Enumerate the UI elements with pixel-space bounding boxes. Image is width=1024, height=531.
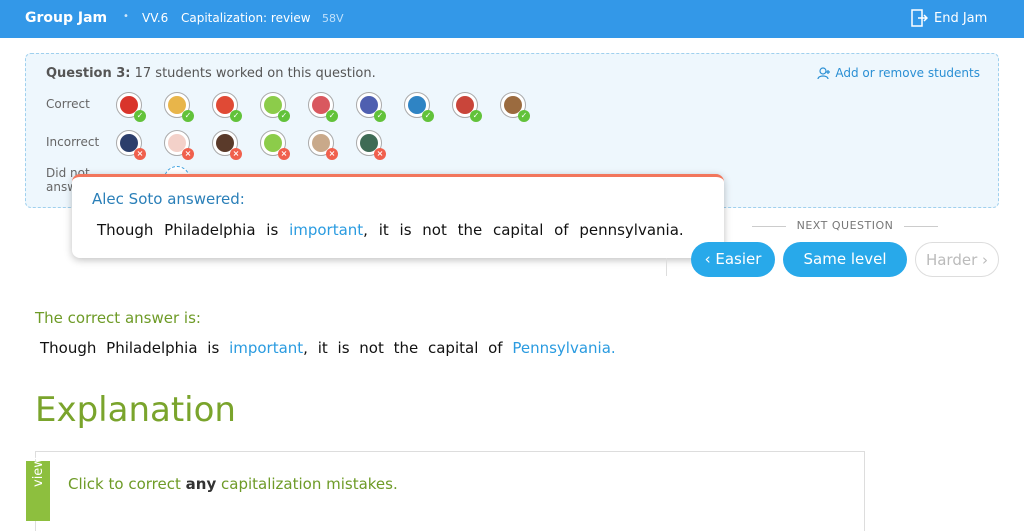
student-avatar-alec-soto[interactable]: × — [116, 130, 146, 160]
student-avatar[interactable]: ✓ — [452, 92, 482, 122]
end-jam-button[interactable]: End Jam — [910, 8, 987, 28]
popup-title: Alec Soto answered: — [92, 190, 245, 208]
question-number: Question 3: — [46, 66, 131, 81]
separator-dot: • — [123, 11, 129, 22]
instruction-end: capitalization mistakes. — [216, 475, 398, 493]
top-bar: Group Jam • VV.6 Capitalization: review … — [0, 0, 1024, 38]
correct-answer-highlight-2: Pennsylvania. — [512, 339, 616, 357]
exit-icon — [911, 9, 928, 27]
same-level-button[interactable]: Same level — [783, 242, 907, 277]
student-avatar[interactable]: ✓ — [260, 92, 290, 122]
harder-label: Harder — [925, 251, 978, 269]
question-title: Question 3: 17 students worked on this q… — [46, 66, 376, 81]
instruction-bold: any — [185, 475, 217, 493]
explanation-instruction: Click to correct any capitalization mist… — [68, 475, 398, 493]
correct-answer: Though Philadelphia is important, it is … — [40, 339, 616, 357]
skill-code: VV.6 — [142, 11, 169, 25]
correct-answer-start: Though Philadelphia is — [40, 339, 230, 357]
incorrect-row-label: Incorrect — [46, 135, 100, 149]
add-user-icon — [817, 66, 831, 79]
answer-popup: Alec Soto answered: Though Philadelphia … — [72, 174, 724, 258]
student-avatar[interactable]: ✓ — [500, 92, 530, 122]
add-remove-students-link[interactable]: Add or remove students — [817, 66, 980, 80]
student-avatar[interactable]: × — [164, 130, 194, 160]
student-answer-end: , it is not the capital of pennsylvania. — [363, 221, 684, 239]
brand-title: Group Jam — [25, 10, 108, 26]
end-jam-label: End Jam — [934, 10, 988, 26]
student-avatar[interactable]: ✓ — [404, 92, 434, 122]
next-question-label: NEXT QUESTION — [752, 219, 938, 232]
explanation-heading: Explanation — [35, 390, 236, 430]
divider — [666, 258, 667, 276]
correct-row-label: Correct — [46, 97, 90, 111]
correct-answer-middle: , it is not the capital of — [303, 339, 513, 357]
review-tab-label: view — [31, 457, 46, 487]
harder-button[interactable]: Harder › — [915, 242, 999, 277]
student-answer: Though Philadelphia is important, it is … — [97, 221, 684, 239]
easier-button[interactable]: ‹ Easier — [691, 242, 775, 277]
student-avatar[interactable]: × — [308, 130, 338, 160]
student-avatar[interactable]: ✓ — [308, 92, 338, 122]
student-avatar[interactable]: ✓ — [212, 92, 242, 122]
correct-answer-label: The correct answer is: — [35, 309, 201, 327]
student-avatar[interactable]: × — [260, 130, 290, 160]
student-avatar[interactable]: × — [356, 130, 386, 160]
student-avatar[interactable]: ✓ — [164, 92, 194, 122]
student-avatar[interactable]: ✓ — [116, 92, 146, 122]
instruction-start: Click to correct — [68, 475, 186, 493]
add-remove-students-label: Add or remove students — [835, 66, 980, 80]
skill-id: 58V — [322, 12, 344, 25]
student-answer-highlight: important — [289, 221, 364, 239]
student-avatar[interactable]: ✓ — [356, 92, 386, 122]
skill-name: Capitalization: review — [181, 11, 311, 25]
review-tab[interactable]: view — [26, 457, 50, 521]
student-avatar[interactable]: × — [212, 130, 242, 160]
easier-label: Easier — [715, 250, 762, 268]
question-summary: 17 students worked on this question. — [130, 66, 376, 81]
student-answer-start: Though Philadelphia is — [97, 221, 290, 239]
correct-answer-highlight-1: important — [229, 339, 304, 357]
